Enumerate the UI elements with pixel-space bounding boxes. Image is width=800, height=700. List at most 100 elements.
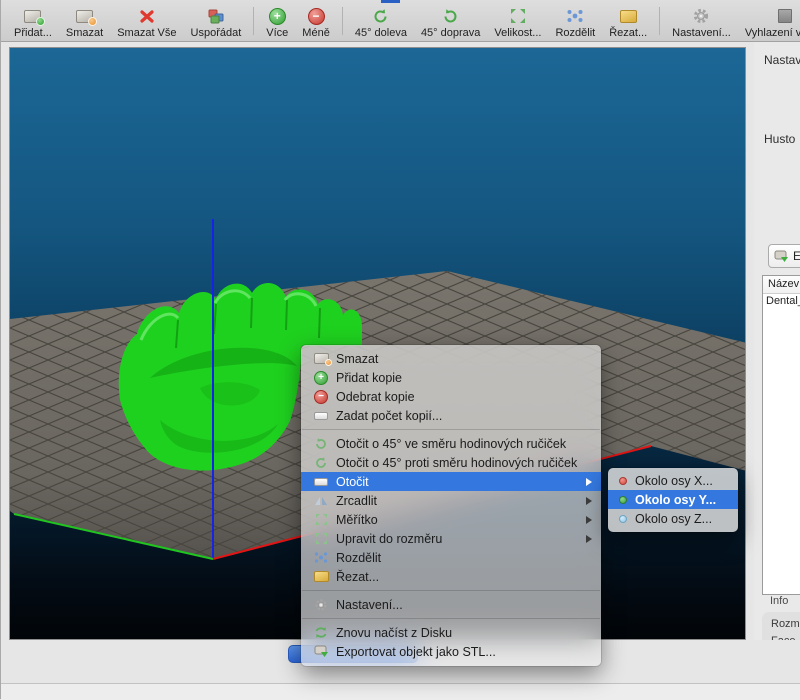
add-object-button[interactable]: Přidat... [7,3,59,39]
menu-item-label: Smazat [336,352,378,366]
scale-icon [510,6,526,26]
menu-item-fit-size[interactable]: Upravit do rozměru [301,529,601,548]
submenu-arrow-icon [586,535,592,543]
arrange-button[interactable]: Uspořádat [184,3,249,39]
reload-icon [313,626,329,639]
application-window: Přidat... Smazat Smazat Vše Uspořádat [0,0,800,699]
submenu-item-axis-x[interactable]: Okolo osy X... [608,471,738,490]
menu-item-split[interactable]: Rozdělit [301,548,601,567]
menu-item-label: Exportovat objekt jako STL... [336,645,496,659]
more-copies-button[interactable]: + Více [259,3,295,39]
menu-item-add-copy[interactable]: + Přidat kopie [301,368,601,387]
export-stl-icon [313,645,329,658]
cut-icon [313,571,329,582]
split-label: Rozdělit [555,27,595,39]
cut-label: Řezat... [609,27,647,39]
split-button[interactable]: Rozdělit [548,3,602,39]
set-copies-icon [313,412,329,420]
split-icon [566,6,584,26]
menu-item-label: Nastavení... [336,598,403,612]
settings-label: Nastavení... [672,27,731,39]
delete-all-icon [139,6,155,26]
object-list[interactable]: Název Dental_ [762,275,800,595]
menu-item-reload[interactable]: Znovu načíst z Disku [301,623,601,642]
rotate-left-label: 45° doleva [355,27,407,39]
menu-item-label: Otočit o 45° ve směru hodinových ručiček [336,437,566,451]
delete-object-label: Smazat [66,27,103,39]
export-cube-icon [774,250,789,263]
submenu-arrow-icon [586,478,592,486]
submenu-item-axis-y[interactable]: Okolo osy Y... [608,490,738,509]
info-section-label: Info [770,595,788,607]
delete-object-icon [76,6,93,26]
delete-icon [313,353,329,364]
toolbar: Přidat... Smazat Smazat Vše Uspořádat [1,0,800,42]
print-settings-label: Nastav [764,53,800,67]
menu-item-export-stl[interactable]: Exportovat objekt jako STL... [301,642,601,661]
menu-item-settings[interactable]: Nastavení... [301,595,601,614]
menu-item-label: Zrcadlit [336,494,377,508]
menu-item-label: Rozdělit [336,551,381,565]
menu-item-label: Otočit [336,475,369,489]
menu-item-label: Otočit o 45° proti směru hodinových ruči… [336,456,577,470]
menu-item-label: Měřítko [336,513,378,527]
toolbar-separator [253,7,254,35]
fewer-copies-button[interactable]: − Méně [295,3,337,39]
submenu-item-axis-z[interactable]: Okolo osy Z... [608,509,738,528]
delete-object-button[interactable]: Smazat [59,3,110,39]
menu-item-remove-copy[interactable]: − Odebrat kopie [301,387,601,406]
submenu-arrow-icon [586,497,592,505]
axis-x-dot-icon [619,477,627,485]
submenu-item-label: Okolo osy X... [635,474,713,488]
window-edge-highlight [381,0,400,3]
add-copy-icon: + [313,371,329,385]
toolbar-separator [659,7,660,35]
add-object-label: Přidat... [14,27,52,39]
menu-item-delete[interactable]: Smazat [301,349,601,368]
rotate-right-icon [442,6,459,26]
arrange-icon [207,6,225,26]
rotate-cw-icon [313,437,329,451]
split-icon [313,551,329,564]
rotate-left-button[interactable]: 45° doleva [348,3,414,39]
density-label: Husto [764,132,795,146]
submenu-item-label: Okolo osy Y... [635,493,716,507]
layer-smoothing-label: Vyhlazení vrstev [745,27,800,39]
object-list-row[interactable]: Dental_ [763,294,800,309]
layer-smoothing-button[interactable]: Vyhlazení vrstev [738,3,800,39]
menu-item-set-copies[interactable]: Zadat počet kopií... [301,406,601,425]
menu-item-rotate-cw[interactable]: Otočit o 45° ve směru hodinových ručiček [301,434,601,453]
delete-all-button[interactable]: Smazat Vše [110,3,183,39]
context-menu: Smazat + Přidat kopie − Odebrat kopie Za… [301,345,601,666]
cut-button[interactable]: Řezat... [602,3,654,39]
arrange-label: Uspořádat [191,27,242,39]
menu-item-rotate-ccw[interactable]: Otočit o 45° proti směru hodinových ruči… [301,453,601,472]
axis-z-dot-icon [619,515,627,523]
settings-button[interactable]: Nastavení... [665,3,738,39]
menu-item-mirror[interactable]: Zrcadlit [301,491,601,510]
submenu-item-label: Okolo osy Z... [635,512,712,526]
right-panel: Nastav Husto E Název Dental_ Info Rozm F… [754,42,800,683]
menu-item-cut[interactable]: Řezat... [301,567,601,586]
fit-size-icon [313,532,329,545]
scale-label: Velikost... [494,27,541,39]
submenu-arrow-icon [586,516,592,524]
menu-item-label: Znovu načíst z Disku [336,626,452,640]
menu-item-rotate[interactable]: Otočit [301,472,601,491]
rotate-right-label: 45° doprava [421,27,480,39]
scale-button[interactable]: Velikost... [487,3,548,39]
menu-item-label: Upravit do rozměru [336,532,442,546]
more-copies-icon: + [269,6,286,26]
settings-gear-icon [313,598,329,612]
menu-item-scale[interactable]: Měřítko [301,510,601,529]
rotate-ccw-icon [313,456,329,470]
export-object-button[interactable]: E [768,244,800,268]
rotate-icon [313,478,329,486]
menu-separator [301,614,601,623]
menu-item-label: Odebrat kopie [336,390,415,404]
remove-copy-icon: − [313,390,329,404]
rotate-right-button[interactable]: 45° doprava [414,3,487,39]
more-copies-label: Více [266,27,288,39]
cut-icon [620,6,637,26]
rotate-submenu: Okolo osy X... Okolo osy Y... Okolo osy … [608,468,738,532]
